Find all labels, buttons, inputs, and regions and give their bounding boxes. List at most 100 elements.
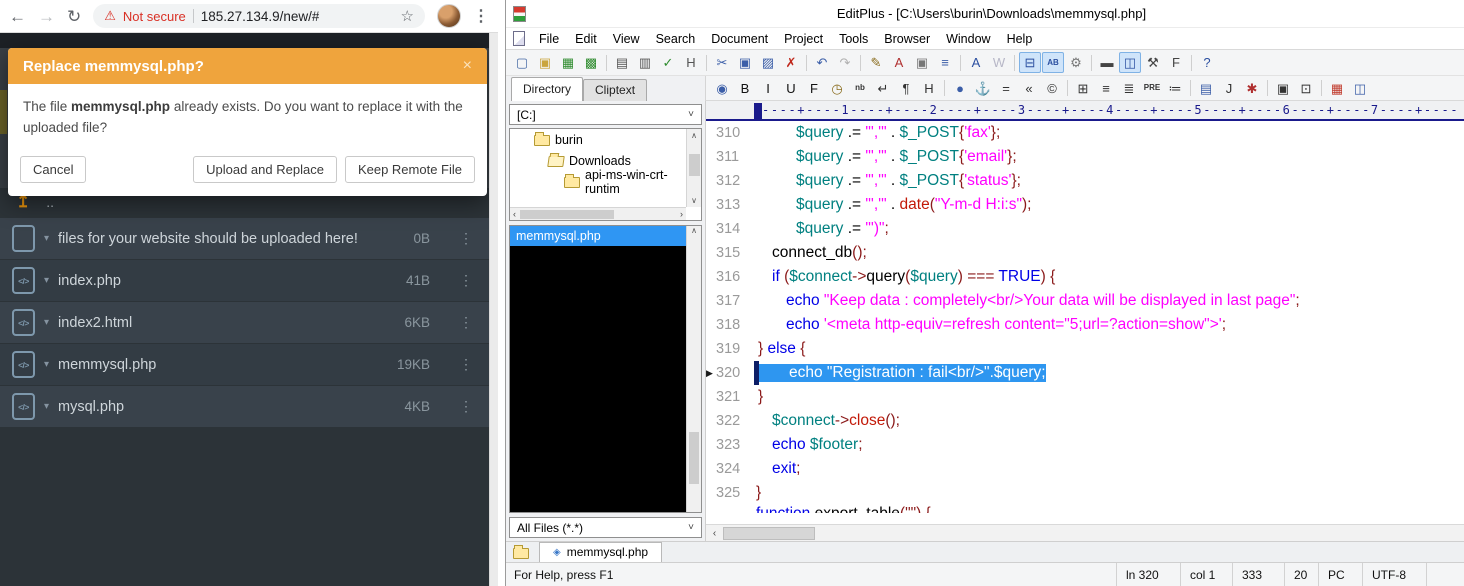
code-line[interactable]: 310$query .= "','" . $_POST{'fax'};	[706, 121, 1464, 145]
redo-icon[interactable]: ↷	[834, 52, 856, 73]
browser-scrollbar[interactable]	[489, 33, 498, 586]
document-window-icon[interactable]	[513, 31, 525, 46]
bookmark-star-icon[interactable]: ☆	[401, 7, 414, 25]
bold-icon[interactable]: B	[734, 78, 756, 99]
tree-horizontal-scrollbar[interactable]: ‹ ›	[510, 207, 686, 220]
split-window-icon[interactable]: ◫	[1349, 78, 1371, 99]
line-break-icon[interactable]: ↵	[872, 78, 894, 99]
code-line[interactable]: 323echo $footer;	[706, 433, 1464, 457]
file-row[interactable]: ▾ files for your website should be upload…	[0, 218, 489, 259]
tree-item-label[interactable]: burin	[555, 133, 583, 147]
file-name[interactable]: files for your website should be uploade…	[58, 231, 358, 247]
row-menu-icon[interactable]: ⋮	[459, 230, 473, 247]
tab-directory[interactable]: Directory	[511, 77, 583, 101]
table-icon[interactable]: ⊞	[1072, 78, 1094, 99]
scroll-down-icon[interactable]: ∨	[691, 196, 697, 207]
pre-tag-icon[interactable]: PRE	[1141, 78, 1163, 99]
folder-tree[interactable]: burinDownloadsapi-ms-win-crt-runtim ∧ ∨ …	[509, 128, 702, 221]
code-line[interactable]: function export_table("") {	[706, 505, 1464, 513]
html-doc-icon[interactable]: H	[680, 52, 702, 73]
folder-icon[interactable]	[513, 548, 529, 559]
row-menu-icon[interactable]: ⋮	[459, 314, 473, 331]
file-name[interactable]: memmysql.php	[58, 357, 156, 373]
code-line-selected[interactable]: 320▶echo "Registration : fail<br/>".$que…	[706, 361, 1464, 385]
close-icon[interactable]: ×	[463, 57, 472, 75]
highlighter-icon[interactable]: ✎	[865, 52, 887, 73]
time-icon[interactable]: ◷	[826, 78, 848, 99]
undo-icon[interactable]: ↶	[811, 52, 833, 73]
chevron-down-icon[interactable]: ▾	[44, 359, 49, 370]
delete-icon[interactable]: ✗	[780, 52, 802, 73]
paste-icon[interactable]: ▨	[757, 52, 779, 73]
code-line[interactable]: 319} else {	[706, 337, 1464, 361]
print-icon[interactable]: ▥	[634, 52, 656, 73]
file-filter-select[interactable]: All Files (*.*) ˅	[509, 517, 702, 538]
image-icon[interactable]: ●	[949, 78, 971, 99]
menu-tools[interactable]: Tools	[831, 30, 876, 48]
copy-tag-icon[interactable]: ▣	[1272, 78, 1294, 99]
not-secure-label[interactable]: Not secure	[123, 9, 186, 24]
save-icon[interactable]: ▦	[557, 52, 579, 73]
list-tag-icon[interactable]: ≔	[1164, 78, 1186, 99]
file-list-scrollbar[interactable]: ∧	[686, 226, 701, 512]
scroll-up-icon[interactable]: ∧	[691, 226, 697, 235]
address-bar[interactable]: ⚠ Not secure 185.27.134.9/new/# ☆	[93, 4, 425, 28]
preferences-icon[interactable]: ⚙	[1065, 52, 1087, 73]
save-all-icon[interactable]: ▩	[580, 52, 602, 73]
scroll-left-icon[interactable]: ‹	[513, 209, 516, 219]
editor-horizontal-scrollbar[interactable]: ‹	[706, 524, 1464, 541]
output-window-icon[interactable]: ▬	[1096, 52, 1118, 73]
menu-browser[interactable]: Browser	[876, 30, 938, 48]
file-list-panel[interactable]: memmysql.php ∧	[509, 225, 702, 513]
selected-file-item[interactable]: memmysql.php	[510, 226, 686, 246]
user-tools-icon[interactable]: ⚒	[1142, 52, 1164, 73]
drive-select[interactable]: [C:] ˅	[509, 104, 702, 125]
align-center-icon[interactable]: ≡	[1095, 78, 1117, 99]
at-icon[interactable]: ©	[1041, 78, 1063, 99]
align-right-icon[interactable]: ≣	[1118, 78, 1140, 99]
font-enlarge-icon[interactable]: A	[965, 52, 987, 73]
anchor-icon[interactable]: ⚓	[972, 78, 994, 99]
menu-document[interactable]: Document	[703, 30, 776, 48]
tree-item-label[interactable]: Downloads	[569, 154, 631, 168]
chevron-down-icon[interactable]: ▾	[44, 233, 49, 244]
java-icon[interactable]: J	[1218, 78, 1240, 99]
row-menu-icon[interactable]: ⋮	[459, 272, 473, 289]
print-preview-icon[interactable]: ▤	[611, 52, 633, 73]
chevron-down-icon[interactable]: ▾	[44, 401, 49, 412]
tree-item[interactable]: api-ms-win-crt-runtim	[510, 171, 701, 192]
underline-icon[interactable]: U	[780, 78, 802, 99]
tree-vertical-scrollbar[interactable]: ∧ ∨	[686, 129, 701, 207]
keep-remote-file-button[interactable]: Keep Remote File	[345, 156, 475, 183]
browser-menu-icon[interactable]: ⋮	[473, 6, 489, 26]
back-icon[interactable]: ←	[9, 8, 26, 25]
title-bar[interactable]: EditPlus - [C:\Users\burin\Downloads\mem…	[506, 0, 1464, 27]
copy-icon[interactable]: ▣	[734, 52, 756, 73]
cut-icon[interactable]: ✂	[711, 52, 733, 73]
script-tag-icon[interactable]: ▤	[1195, 78, 1217, 99]
profile-avatar[interactable]	[437, 4, 461, 28]
tree-item-label[interactable]: api-ms-win-crt-runtim	[585, 168, 701, 196]
spell-check-icon[interactable]: ✓	[657, 52, 679, 73]
file-name[interactable]: index.php	[58, 273, 121, 289]
file-name[interactable]: mysql.php	[58, 399, 124, 415]
row-menu-icon[interactable]: ⋮	[459, 398, 473, 415]
sort-lines-icon[interactable]: ≡	[934, 52, 956, 73]
document-tab[interactable]: ◈ memmysql.php	[539, 542, 662, 562]
upload-replace-button[interactable]: Upload and Replace	[193, 156, 337, 183]
menu-search[interactable]: Search	[648, 30, 704, 48]
heading-icon[interactable]: H	[918, 78, 940, 99]
row-menu-icon[interactable]: ⋮	[459, 356, 473, 373]
hr-icon[interactable]: =	[995, 78, 1017, 99]
browser-preview-icon[interactable]: ◉	[711, 78, 733, 99]
font-tag-icon[interactable]: F	[803, 78, 825, 99]
scroll-left-icon[interactable]: ‹	[706, 528, 723, 539]
code-line[interactable]: 325}	[706, 481, 1464, 505]
scroll-thumb[interactable]	[689, 154, 700, 176]
code-line[interactable]: 314$query .= "')";	[706, 217, 1464, 241]
code-line[interactable]: 322$connect->close();	[706, 409, 1464, 433]
side-panel-icon[interactable]: ◫	[1119, 52, 1141, 73]
code-line[interactable]: 315connect_db();	[706, 241, 1464, 265]
font-color-icon[interactable]: A	[888, 52, 910, 73]
colors-icon[interactable]: ▦	[1326, 78, 1348, 99]
